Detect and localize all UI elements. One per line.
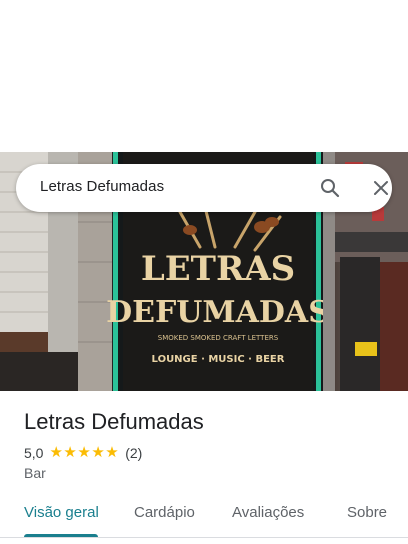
rating-value: 5,0: [24, 445, 44, 461]
tabs-divider: [0, 537, 408, 538]
tab-overview[interactable]: Visão geral: [24, 504, 99, 521]
search-bar[interactable]: Letras Defumadas: [16, 164, 392, 212]
place-title: Letras Defumadas: [24, 409, 204, 434]
star-icon: ★: [77, 444, 91, 461]
close-icon[interactable]: [369, 176, 393, 200]
sign-line-1: LETRAS: [141, 249, 295, 289]
star-icon: ★: [105, 444, 119, 461]
rating-row[interactable]: 5,0 ★ ★ ★ ★ ★ (2): [24, 444, 142, 462]
tab-menu[interactable]: Cardápio: [134, 504, 195, 521]
star-rating: ★ ★ ★ ★ ★: [49, 444, 119, 462]
search-input[interactable]: Letras Defumadas: [40, 178, 164, 195]
tab-about[interactable]: Sobre: [347, 504, 387, 521]
review-count[interactable]: (2): [125, 445, 142, 461]
tab-bar: Visão geral Cardápio Avaliações Sobre: [0, 494, 408, 538]
star-icon: ★: [91, 444, 105, 461]
sign-line-2: DEFUMADAS: [106, 295, 330, 330]
sign-tagline: SMOKED SMOKED CRAFT LETTERS: [158, 334, 279, 342]
star-icon: ★: [63, 444, 77, 461]
place-category[interactable]: Bar: [24, 465, 46, 481]
star-icon: ★: [49, 444, 63, 461]
sign-subline: LOUNGE · MUSIC · BEER: [152, 354, 285, 365]
search-icon[interactable]: [318, 176, 342, 200]
tab-reviews[interactable]: Avaliações: [232, 504, 304, 521]
